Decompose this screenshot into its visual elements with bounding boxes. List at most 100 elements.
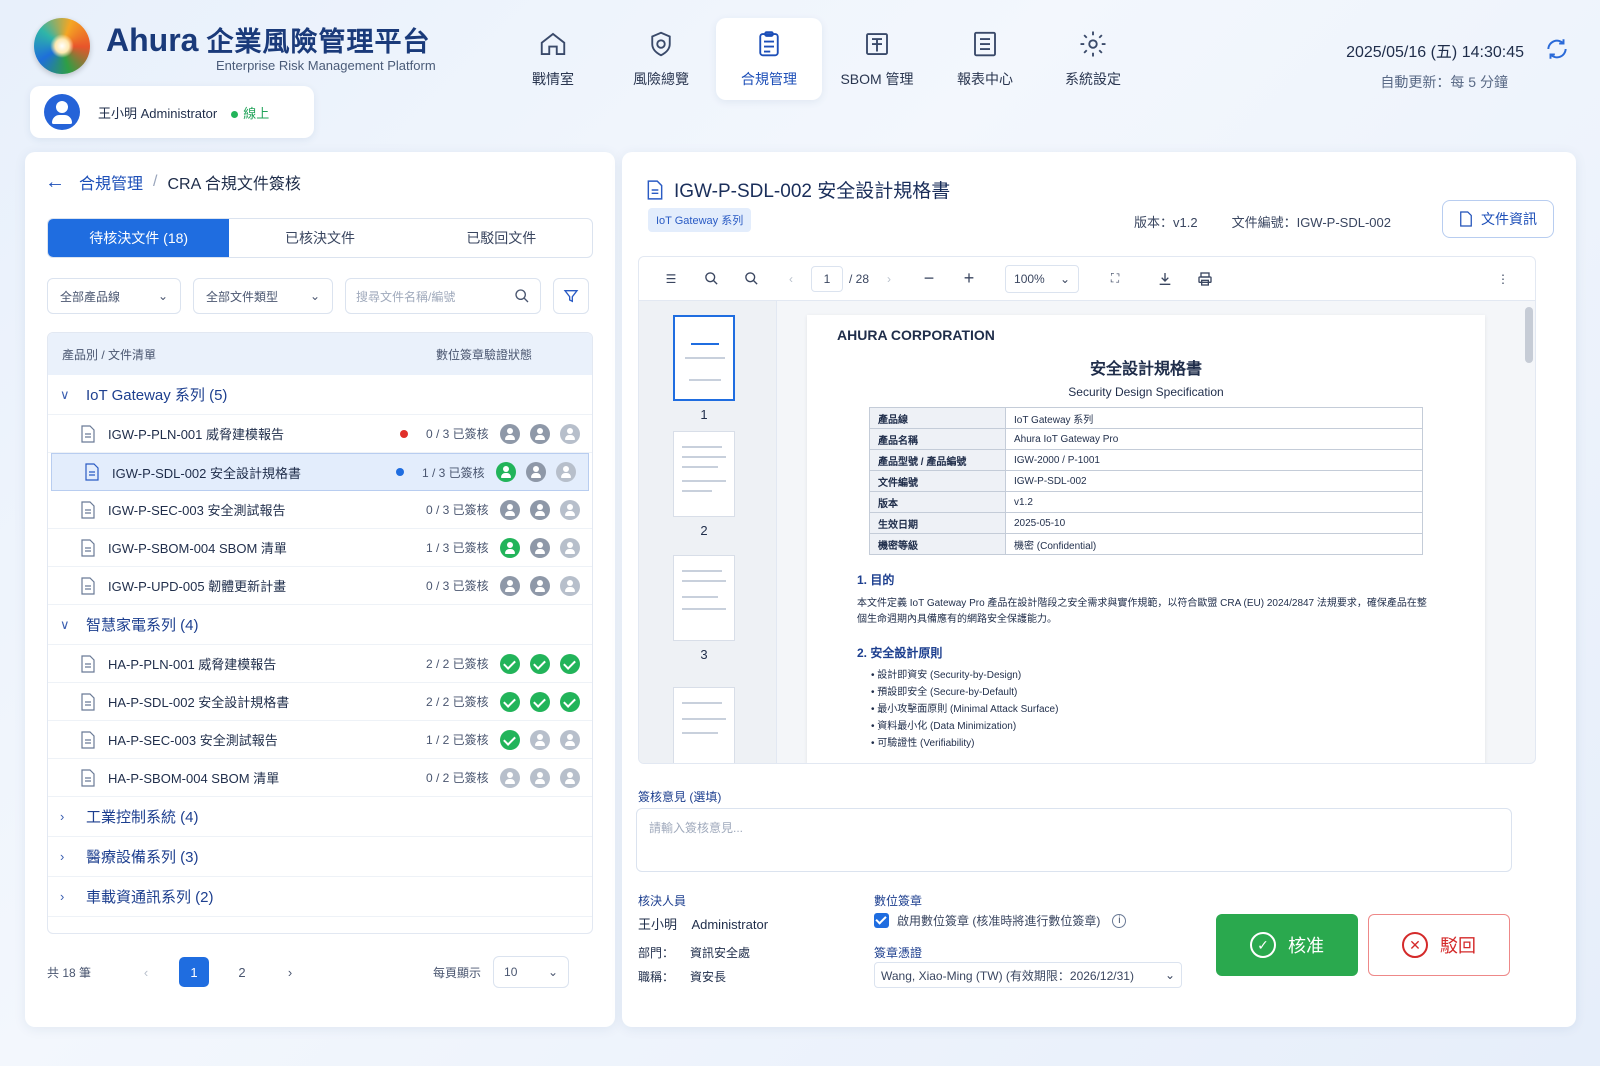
- search-icon[interactable]: [691, 264, 731, 294]
- list-item[interactable]: HA-P-SEC-003 安全測試報告 1 / 2 已簽核: [48, 721, 592, 759]
- document-icon: [81, 730, 95, 749]
- signature-checkbox[interactable]: 啟用數位簽章 (核准時將進行數位簽章) i: [874, 912, 1127, 929]
- close-circle-icon: ✕: [1402, 932, 1428, 958]
- scrollbar[interactable]: [1525, 307, 1533, 363]
- zoom-select[interactable]: 100% ⌄: [1005, 264, 1080, 293]
- thumbnail-page[interactable]: [673, 687, 735, 763]
- list-item[interactable]: IGW-P-PLN-001 威脅建模報告 0 / 3 已簽核: [48, 415, 592, 453]
- signature-status: [500, 499, 592, 520]
- list-item[interactable]: HA-P-SBOM-004 SBOM 清單 0 / 2 已簽核: [48, 759, 592, 797]
- list-item[interactable]: HA-P-SDL-002 安全設計規格書 2 / 2 已簽核: [48, 683, 592, 721]
- type-filter[interactable]: 全部文件類型 ⌄: [193, 278, 333, 314]
- list-item[interactable]: HA-P-PLN-001 威脅建模報告 2 / 2 已簽核: [48, 645, 592, 683]
- breadcrumb-current: CRA 合規文件簽核: [167, 176, 301, 193]
- document-list-panel: ← 合規管理 / CRA 合規文件簽核 待核決文件 (18) 已核決文件 已駁回…: [25, 152, 615, 1027]
- group-industrial[interactable]: › 工業控制系統 (4): [48, 797, 592, 837]
- chevron-down-icon: ∨: [60, 386, 70, 402]
- nav-compliance[interactable]: 合規管理: [716, 18, 822, 100]
- nav-dashboard[interactable]: 戰情室: [500, 18, 606, 100]
- role-label: 職稱：: [638, 970, 675, 984]
- zoom-out-icon[interactable]: −: [909, 264, 949, 294]
- signer-pending-icon: [530, 423, 550, 444]
- comment-label: 簽核意見 (選填): [638, 790, 722, 804]
- document-icon: [85, 463, 99, 481]
- principle-list: • 設計即資安 (Security-by-Design) • 預設即安全 (Se…: [871, 670, 1059, 749]
- nav-risk[interactable]: 風險總覽: [608, 18, 714, 100]
- chevron-right-icon: ›: [60, 889, 65, 904]
- next-page-button[interactable]: ›: [275, 957, 305, 987]
- info-icon: i: [1112, 913, 1127, 928]
- nav-settings[interactable]: 系統設定: [1040, 18, 1146, 100]
- signature-status: [500, 653, 592, 674]
- signer-signed-icon: [496, 462, 516, 482]
- avatar: [44, 94, 80, 130]
- document-icon: [81, 424, 95, 443]
- section-text: 本文件定義 IoT Gateway Pro 產品在設計階段之安全需求與實作規範，…: [857, 598, 1427, 625]
- section-heading: 1. 目的: [857, 573, 895, 587]
- per-page-select[interactable]: 10 ⌄: [493, 956, 570, 988]
- filter-button[interactable]: [553, 278, 589, 314]
- reject-button[interactable]: ✕ 駁回: [1368, 914, 1510, 976]
- menu-icon[interactable]: ☰: [651, 264, 691, 294]
- document-viewer-panel: IGW-P-SDL-002 安全設計規格書 IoT Gateway 系列 版本：…: [622, 152, 1576, 1027]
- page-2-button[interactable]: 2: [227, 957, 257, 987]
- zoom-in-icon[interactable]: +: [949, 264, 989, 294]
- print-icon[interactable]: [1185, 264, 1225, 294]
- per-page-label: 每頁顯示: [433, 965, 482, 980]
- tab-pending[interactable]: 待核決文件 (18): [48, 219, 230, 257]
- prev-page-button[interactable]: ‹: [131, 957, 161, 987]
- group-medical[interactable]: › 醫療設備系列 (3): [48, 837, 592, 877]
- tab-rejected[interactable]: 已駁回文件: [411, 219, 592, 257]
- refresh-icon[interactable]: [1544, 36, 1570, 62]
- document-tree: 產品別 / 文件清單 數位簽章驗證狀態 ∨ IoT Gateway 系列 (5) I…: [47, 332, 593, 934]
- document-info-button[interactable]: 文件資訊: [1442, 200, 1554, 238]
- nav-sbom[interactable]: SBOM 管理: [824, 18, 930, 100]
- list-item-selected[interactable]: IGW-P-SDL-002 安全設計規格書 1 / 3 已簽核: [51, 453, 589, 491]
- more-icon[interactable]: ⋮: [1483, 264, 1523, 294]
- back-arrow-icon[interactable]: ←: [45, 171, 65, 194]
- page-1-button[interactable]: 1: [179, 957, 210, 987]
- chevron-right-icon: ›: [60, 809, 65, 824]
- comment-textarea[interactable]: 請輸入簽核意見...: [636, 808, 1512, 872]
- list-item[interactable]: IGW-P-UPD-005 韌體更新計畫 0 / 3 已簽核: [48, 567, 592, 605]
- filter-bar: 全部產品線 ⌄ 全部文件類型 ⌄ 搜尋文件名稱/編號: [47, 278, 589, 314]
- list-item[interactable]: IGW-P-SBOM-004 SBOM 清單 1 / 3 已簽核: [48, 529, 592, 567]
- thumbnail-page[interactable]: [673, 431, 735, 517]
- list-header: 產品別 / 文件清單 數位簽章驗證狀態: [48, 333, 592, 375]
- signer-pending-icon: [526, 462, 546, 482]
- corp-name: AHURA CORPORATION: [837, 327, 995, 343]
- prev-page-icon[interactable]: ‹: [771, 264, 811, 294]
- gear-icon: [1080, 31, 1106, 57]
- group-smart-appliance[interactable]: ∨ 智慧家電系列 (4): [48, 605, 592, 645]
- ahura-logo: [34, 18, 90, 74]
- nav-reports[interactable]: 報表中心: [932, 18, 1038, 100]
- checkbox-checked-icon: [874, 913, 889, 928]
- clipboard-icon: [759, 31, 779, 57]
- approve-button[interactable]: ✓ 核准: [1216, 914, 1358, 976]
- search-icon: [515, 289, 529, 303]
- certificate-select[interactable]: Wang, Xiao-Ming (TW) (有效期限：2026/12/31) ⌄: [874, 962, 1182, 988]
- breadcrumb-parent[interactable]: 合規管理: [79, 170, 143, 194]
- product-filter[interactable]: 全部產品線 ⌄: [47, 278, 181, 314]
- zoom-search-icon[interactable]: [731, 264, 771, 294]
- status-badge: 線上: [231, 103, 269, 122]
- thumbnail-page[interactable]: [673, 315, 735, 401]
- next-page-icon[interactable]: ›: [869, 264, 909, 294]
- report-icon: [974, 31, 996, 57]
- search-input[interactable]: 搜尋文件名稱/編號: [345, 278, 541, 314]
- signature-label: 數位簽章: [874, 894, 923, 908]
- auto-refresh-text: 自動更新：每 5 分鐘: [1380, 74, 1508, 90]
- fit-page-icon[interactable]: ⛶: [1095, 264, 1135, 294]
- signature-status: [500, 729, 592, 750]
- chevron-down-icon: ⌄: [157, 289, 168, 303]
- page-input[interactable]: 1: [811, 265, 843, 292]
- group-iot-gateway[interactable]: ∨ IoT Gateway 系列 (5): [48, 375, 592, 415]
- list-item[interactable]: IGW-P-SEC-003 安全測試報告 0 / 3 已簽核: [48, 491, 592, 529]
- user-card[interactable]: 王小明 Administrator 線上: [30, 86, 314, 138]
- download-icon[interactable]: [1145, 264, 1185, 294]
- thumbnail-page[interactable]: [673, 555, 735, 641]
- tab-approved[interactable]: 已核決文件: [229, 219, 410, 257]
- document-info-table: 產品線 IoT Gateway 系列 產品名稱 Ahura IoT Gateway …: [869, 407, 1423, 555]
- signature-status: [500, 767, 592, 788]
- group-automotive[interactable]: › 車載資通訊系列 (2): [48, 877, 592, 917]
